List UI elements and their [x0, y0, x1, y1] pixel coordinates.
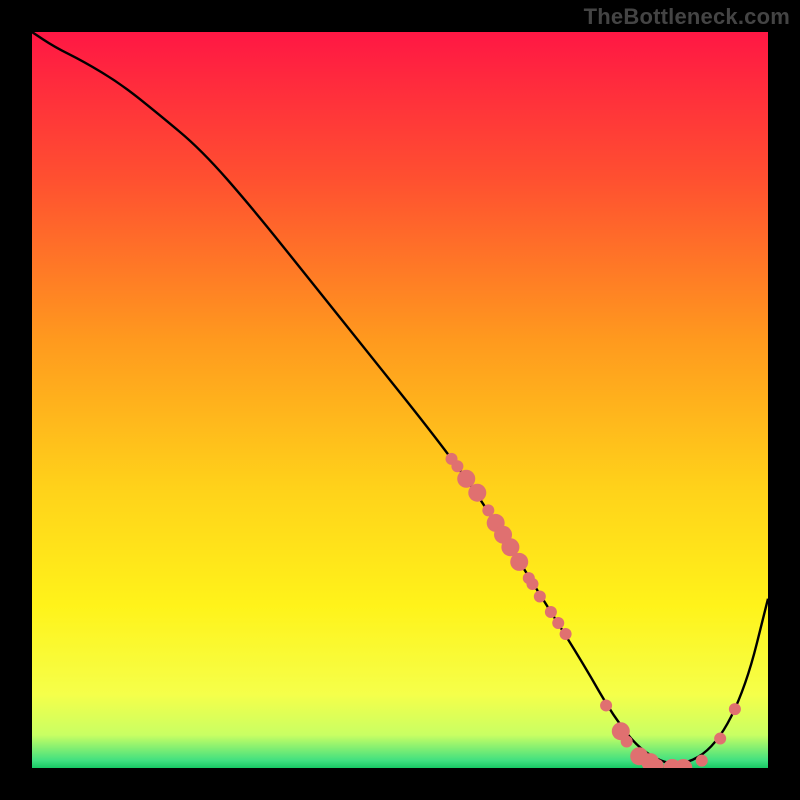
highlight-point: [457, 470, 475, 488]
gradient-background: [32, 32, 768, 768]
highlight-point: [729, 703, 741, 715]
highlight-point: [600, 699, 612, 711]
highlight-point: [534, 591, 546, 603]
highlight-point: [510, 553, 528, 571]
highlight-point: [451, 460, 463, 472]
chart-frame: TheBottleneck.com: [0, 0, 800, 800]
highlight-point: [545, 606, 557, 618]
highlight-point: [526, 578, 538, 590]
plot-area: [32, 32, 768, 768]
chart-svg: [32, 32, 768, 768]
highlight-point: [696, 755, 708, 767]
highlight-point: [552, 617, 564, 629]
watermark-label: TheBottleneck.com: [584, 4, 790, 30]
highlight-point: [621, 736, 633, 748]
highlight-point: [714, 733, 726, 745]
highlight-point: [560, 628, 572, 640]
highlight-point: [468, 484, 486, 502]
